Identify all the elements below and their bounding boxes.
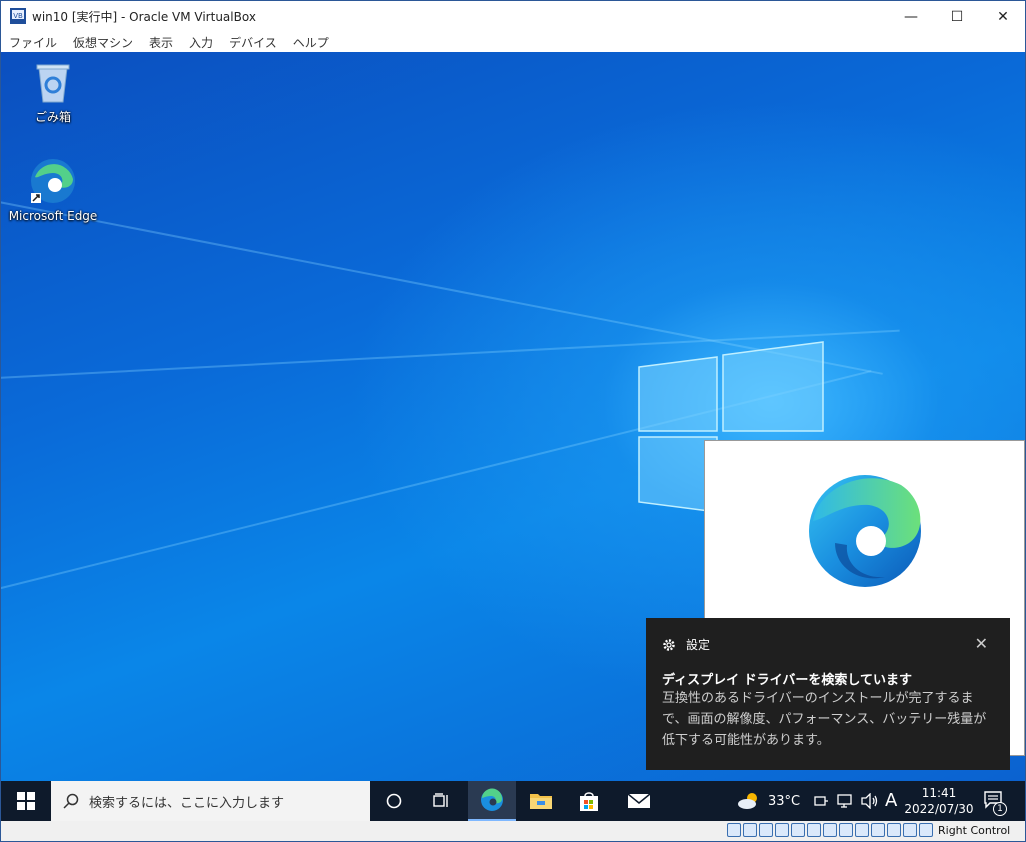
close-button[interactable]: ✕: [980, 1, 1026, 32]
desktop-icon-label: Microsoft Edge: [8, 209, 98, 223]
recording-icon[interactable]: [855, 823, 869, 837]
folder-icon: [530, 794, 552, 809]
desktop-icon-edge[interactable]: Microsoft Edge: [8, 157, 98, 223]
taskbar-edge-button[interactable]: [468, 781, 516, 821]
minimize-button[interactable]: —: [888, 1, 934, 32]
shared-folders-icon[interactable]: [807, 823, 821, 837]
close-icon: ✕: [974, 634, 988, 653]
taskbar-mail-button[interactable]: [615, 781, 663, 821]
taskbar-explorer-button[interactable]: [517, 781, 565, 821]
toast-header: 設定: [662, 636, 710, 653]
toast-app-name: 設定: [686, 638, 711, 652]
toast-body: 互換性のあるドライバーのインストールが完了するまで、画面の解像度、パフォーマンス…: [662, 691, 987, 748]
mouse-integration-icon[interactable]: [903, 823, 917, 837]
menu-help[interactable]: ヘルプ: [293, 34, 329, 51]
desktop-icon-recycle-bin[interactable]: ごみ箱: [11, 60, 95, 125]
audio-icon[interactable]: [759, 823, 773, 837]
optical-drive-icon[interactable]: [743, 823, 757, 837]
edge-icon: [31, 159, 75, 203]
title-bar[interactable]: VB win10 [実行中] - Oracle VM VirtualBox — …: [1, 1, 1025, 32]
action-center-button[interactable]: 1: [981, 789, 1009, 816]
toast-title: ディスプレイ ドライバーを検索しています: [662, 673, 912, 688]
svg-text:VB: VB: [13, 12, 23, 20]
search-placeholder: 検索するには、ここに入力します: [89, 795, 285, 811]
minimize-icon: —: [904, 8, 918, 25]
task-view-button[interactable]: [418, 781, 466, 821]
cortana-button[interactable]: [370, 781, 418, 821]
start-button[interactable]: [1, 781, 51, 821]
clock-time: 11:41: [921, 786, 957, 800]
ime-indicator[interactable]: A: [885, 790, 897, 811]
power-plug-icon[interactable]: [813, 794, 829, 808]
vm-status-bar: Right Control: [1, 821, 1025, 841]
weather-icon: [738, 793, 757, 809]
host-key-label: Right Control: [938, 824, 1011, 837]
recycle-bin-icon: [36, 64, 70, 103]
cortana-circle-icon: [386, 793, 402, 809]
display-icon[interactable]: [823, 823, 837, 837]
virtualbox-window: VB win10 [実行中] - Oracle VM VirtualBox — …: [0, 0, 1026, 842]
clock[interactable]: 11:41 2022/07/30: [901, 785, 977, 817]
close-icon: ✕: [997, 8, 1009, 25]
menu-view[interactable]: 表示: [149, 34, 173, 51]
notification-toast[interactable]: 設定 ✕ ディスプレイ ドライバーを検索しています 互換性のあるドライバーのイン…: [646, 618, 1010, 770]
keyboard-capture-icon[interactable]: [919, 823, 933, 837]
virtualization-icon[interactable]: [887, 823, 901, 837]
maximize-icon: ☐: [950, 8, 964, 25]
menu-machine[interactable]: 仮想マシン: [73, 34, 133, 51]
video-capture-icon[interactable]: [839, 823, 853, 837]
taskbar-search-box[interactable]: 検索するには、ここに入力します: [51, 781, 370, 821]
menu-file[interactable]: ファイル: [9, 34, 57, 51]
maximize-button[interactable]: ☐: [934, 1, 980, 32]
gear-icon: [663, 638, 675, 651]
window-title: win10 [実行中] - Oracle VM VirtualBox: [32, 10, 256, 24]
toast-close-button[interactable]: ✕: [975, 634, 988, 653]
windows-start-icon: [17, 792, 35, 810]
hard-disk-icon[interactable]: [727, 823, 741, 837]
speaker-icon[interactable]: [861, 793, 879, 809]
usb-icon[interactable]: [791, 823, 805, 837]
weather-temperature[interactable]: 33°C: [768, 794, 800, 809]
guest-desktop[interactable]: ごみ箱 Microsoft Edge 設定 ✕ ディスプレイ ドライバーを検索し…: [1, 52, 1025, 781]
network-icon[interactable]: [837, 793, 853, 809]
menu-input[interactable]: 入力: [189, 34, 213, 51]
cpu-icon[interactable]: [871, 823, 885, 837]
store-bag-icon: [580, 792, 598, 811]
desktop-icon-label: ごみ箱: [34, 110, 71, 124]
clock-date: 2022/07/30: [904, 802, 974, 816]
search-icon: [63, 793, 79, 809]
status-icons-group: [727, 823, 933, 837]
menu-devices[interactable]: デバイス: [229, 34, 277, 51]
taskbar: 検索するには、ここに入力します 33°C A 11:41 2022/07/30 …: [1, 781, 1025, 821]
task-view-icon: [433, 793, 448, 807]
taskbar-store-button[interactable]: [565, 781, 613, 821]
virtualbox-app-icon: VB: [10, 8, 26, 24]
network-adapter-icon[interactable]: [775, 823, 789, 837]
mail-icon: [627, 793, 651, 808]
edge-logo-icon: [809, 475, 921, 587]
edge-icon: [481, 788, 503, 811]
notification-count-badge: 1: [993, 802, 1007, 816]
menu-bar: ファイル 仮想マシン 表示 入力 デバイス ヘルプ: [1, 32, 1025, 52]
